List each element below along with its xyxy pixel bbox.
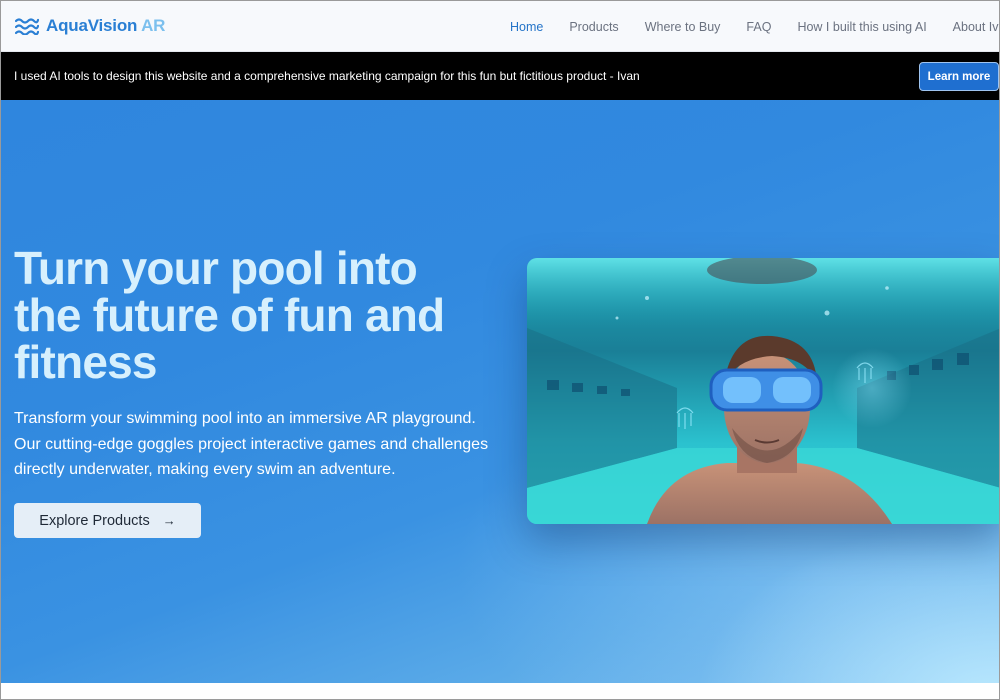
banner-text: I used AI tools to design this website a… [14, 69, 640, 83]
nav-where-to-buy[interactable]: Where to Buy [645, 20, 721, 34]
brand-logo-link[interactable]: AquaVision AR [15, 16, 165, 36]
hero-description-line: Our cutting-edge goggles project interac… [14, 435, 489, 453]
brand-name-text: AquaVision [46, 16, 138, 35]
hero-title-line: the future of fun and [14, 289, 445, 341]
hero-title-line: fitness [14, 336, 157, 388]
hero-description: Transform your swimming pool into an imm… [14, 406, 514, 483]
bottom-strip [1, 683, 999, 699]
hero-description-line: directly underwater, making every swim a… [14, 461, 396, 478]
explore-products-button[interactable]: Explore Products → [14, 503, 201, 538]
nav-about-ivan[interactable]: About Ivan [953, 20, 999, 34]
nav-faq[interactable]: FAQ [746, 20, 771, 34]
hero-description-line: Transform your swimming pool into an imm… [14, 410, 476, 427]
nav-how-i-built-this[interactable]: How I built this using AI [797, 20, 926, 34]
brand-suffix: AR [141, 16, 166, 35]
learn-more-button[interactable]: Learn more [919, 62, 999, 91]
hero-title-line: Turn your pool into [14, 242, 418, 294]
nav-home[interactable]: Home [510, 20, 543, 34]
explore-products-label: Explore Products [39, 512, 150, 529]
navbar: AquaVision AR Home Products Where to Buy… [1, 1, 999, 52]
waves-icon [15, 17, 39, 35]
arrow-right-icon: → [162, 513, 176, 528]
announcement-banner: I used AI tools to design this website a… [1, 52, 999, 100]
hero-swimmer-image [527, 258, 999, 524]
page-frame: AquaVision AR Home Products Where to Buy… [0, 0, 1000, 700]
hero-section: Turn your pool into the future of fun an… [1, 100, 999, 683]
brand-name: AquaVision AR [46, 16, 165, 36]
main-nav: Home Products Where to Buy FAQ How I bui… [510, 1, 999, 52]
nav-products[interactable]: Products [569, 20, 618, 34]
hero-title: Turn your pool into the future of fun an… [14, 245, 504, 386]
